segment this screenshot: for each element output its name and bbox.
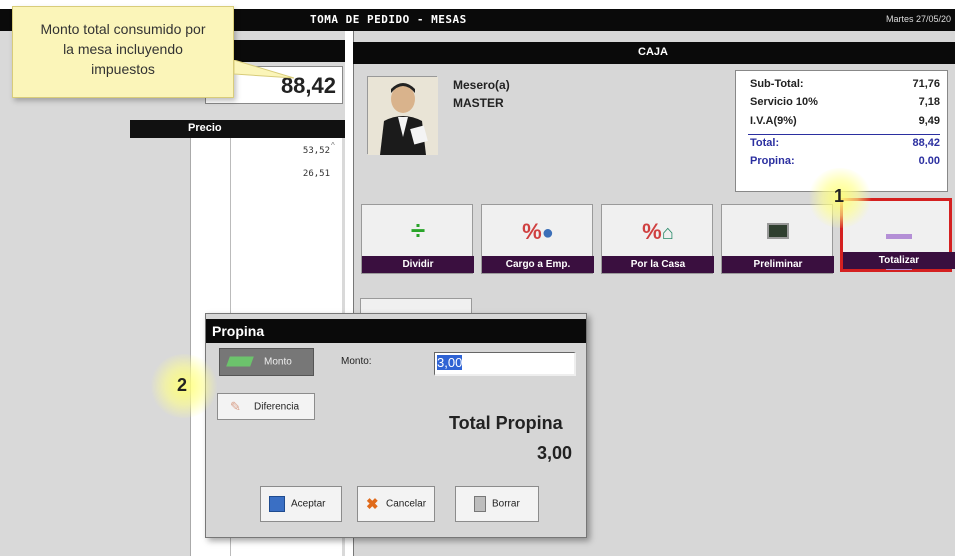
summary-label: I.V.A(9%) <box>750 115 797 127</box>
price-header-label: Precio <box>188 122 222 134</box>
button-label: Dividir <box>362 256 474 273</box>
window-title: TOMA DE PEDIDO - MESAS <box>310 13 467 26</box>
summary-value: 71,76 <box>912 78 940 90</box>
monto-value: 3,00 <box>437 355 463 370</box>
annotation-callout: Monto total consumido por la mesa incluy… <box>12 6 234 98</box>
dividir-button[interactable]: ÷ Dividir <box>361 204 474 274</box>
waiter-avatar <box>367 76 438 155</box>
monto-button[interactable]: Monto <box>219 348 314 376</box>
total-propina-label: Total Propina <box>449 413 563 433</box>
subtotal-row: Sub-Total: 71,76 <box>750 78 940 90</box>
summary-value: 9,49 <box>918 115 940 127</box>
accept-icon <box>269 496 285 512</box>
summary-label: Servicio 10% <box>750 96 818 108</box>
total-propina-value: 3,00 <box>536 443 572 463</box>
por-la-casa-button[interactable]: %⌂ Por la Casa <box>601 204 714 274</box>
monto-input[interactable]: 3,00 <box>434 352 576 376</box>
summary-divider <box>748 134 940 135</box>
propina-dialog: Propina Monto ✎ Diferencia Monto: 3,00 T… <box>205 313 587 538</box>
divide-icon: ÷ <box>410 215 426 245</box>
summary-value: 7,18 <box>918 96 940 108</box>
callout-line: impuestos <box>91 61 155 77</box>
button-label: Monto <box>264 356 292 368</box>
callout-pointer <box>234 60 294 79</box>
button-label: Totalizar <box>843 252 955 269</box>
summary-label: Sub-Total: <box>750 78 804 90</box>
summary-value: 88,42 <box>912 137 940 149</box>
button-label: Borrar <box>492 498 520 510</box>
button-label: Cancelar <box>386 498 427 510</box>
step-1-marker: 1 <box>834 186 845 206</box>
caja-title: CAJA <box>638 46 668 58</box>
delete-button[interactable]: Borrar <box>455 486 539 522</box>
service-row: Servicio 10% 7,18 <box>750 96 940 108</box>
cancel-icon: ✖ <box>366 496 379 513</box>
waiter-name: MASTER <box>453 96 504 110</box>
price-item: 26,51 <box>302 169 330 179</box>
price-column-header: Precio <box>130 120 345 138</box>
cargo-empleado-button[interactable]: %● Cargo a Emp. <box>481 204 594 274</box>
money-icon <box>226 356 254 368</box>
step-2-marker: 2 <box>177 375 188 395</box>
diferencia-button[interactable]: ✎ Diferencia <box>217 393 315 420</box>
dialog-title: Propina <box>212 323 265 339</box>
iva-row: I.V.A(9%) 9,49 <box>750 115 940 127</box>
waiter-label: Mesero(a) <box>453 78 510 92</box>
accept-button[interactable]: Aceptar <box>260 486 342 522</box>
callout-line: la mesa incluyendo <box>63 41 183 57</box>
scroll-up-icon[interactable]: ^ <box>331 141 335 150</box>
total-row: Total: 88,42 <box>750 137 940 149</box>
tip-row: Propina: 0.00 <box>750 155 940 167</box>
waiter-icon <box>368 77 438 155</box>
summary-label: Propina: <box>750 155 795 167</box>
difference-icon: ✎ <box>230 398 241 414</box>
price-item: 53,52 <box>302 146 330 156</box>
callout-line: Monto total consumido por <box>40 21 206 37</box>
caja-header: CAJA <box>353 42 955 64</box>
button-label: Por la Casa <box>602 256 714 273</box>
button-label: Preliminar <box>722 256 834 273</box>
percent-house-icon: %⌂ <box>642 219 674 244</box>
monto-label: Monto: <box>341 356 372 367</box>
button-label: Aceptar <box>291 498 326 510</box>
dialog-header: Propina <box>206 319 586 343</box>
date-label: Martes 27/05/20 <box>885 14 951 24</box>
cancel-button[interactable]: ✖ Cancelar <box>357 486 435 522</box>
summary-value: 0.00 <box>918 155 940 167</box>
button-label: Diferencia <box>254 401 300 412</box>
button-label: Cargo a Emp. <box>482 256 594 273</box>
trash-icon <box>474 496 486 512</box>
percent-person-icon: %● <box>522 219 554 244</box>
summary-label: Total: <box>750 137 780 149</box>
